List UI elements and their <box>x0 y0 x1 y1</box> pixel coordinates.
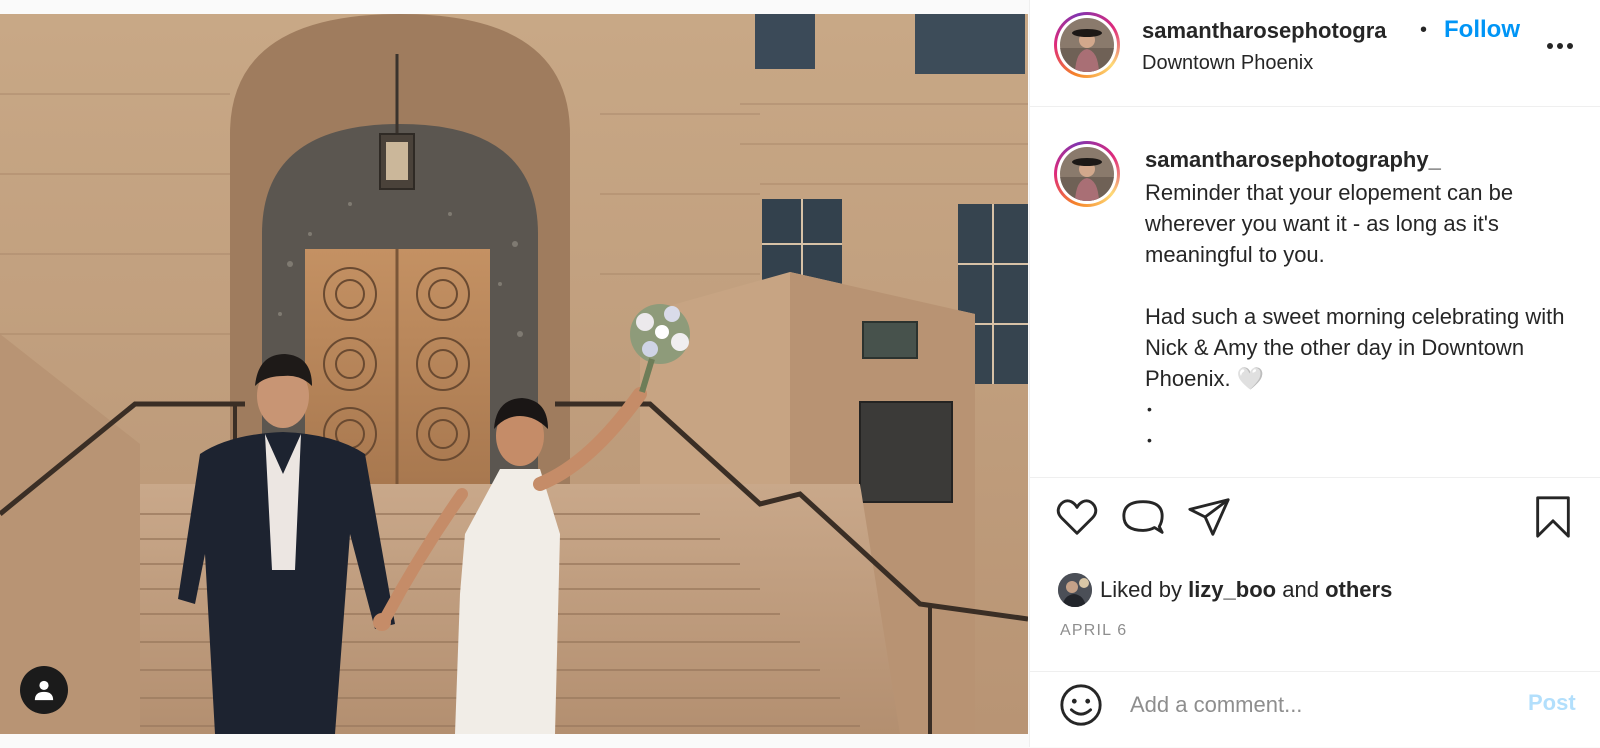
profile-avatar[interactable] <box>1054 12 1120 78</box>
post-header: samantharosephotogra • Follow Downtown P… <box>1030 0 1600 107</box>
avatar-image <box>1058 573 1092 607</box>
comment-input[interactable] <box>1128 686 1512 724</box>
post-date[interactable]: APRIL 6 <box>1060 622 1127 640</box>
post-side-panel: samantharosephotogra • Follow Downtown P… <box>1029 0 1600 747</box>
caption-username[interactable]: samantharosephotography_ <box>1145 147 1441 173</box>
post-comment-button[interactable]: Post <box>1528 690 1576 716</box>
avatar-image <box>1060 147 1114 201</box>
caption-avatar[interactable] <box>1054 141 1120 207</box>
caption-line: Reminder that your elopement can be wher… <box>1145 180 1514 267</box>
liked-by-prefix: Liked by <box>1100 577 1182 602</box>
post-location[interactable]: Downtown Phoenix <box>1142 52 1313 75</box>
comment-bar: Post <box>1030 671 1600 748</box>
share-icon[interactable] <box>1186 494 1232 540</box>
separator-dot: • <box>1420 19 1428 41</box>
user-icon <box>34 680 54 701</box>
bookmark-icon[interactable] <box>1530 494 1576 540</box>
follow-button[interactable]: Follow <box>1444 16 1520 44</box>
post-photo[interactable] <box>0 14 1028 734</box>
comment-icon[interactable] <box>1120 494 1166 540</box>
caption-section: samantharosephotography_ Reminder that y… <box>1030 107 1600 478</box>
heart-icon[interactable] <box>1054 494 1100 540</box>
tagged-users-button[interactable] <box>20 666 68 714</box>
caption-dot: • <box>1147 401 1152 417</box>
liked-others-link[interactable]: others <box>1325 577 1392 603</box>
caption-dot: • <box>1147 432 1152 448</box>
emoji-icon[interactable] <box>1058 682 1104 728</box>
post-image <box>0 14 1028 734</box>
profile-username[interactable]: samantharosephotogra <box>1142 18 1387 44</box>
caption-text: Reminder that your elopement can be wher… <box>1145 177 1585 456</box>
liked-and: and <box>1282 577 1319 602</box>
post-actions <box>1030 478 1600 558</box>
liker-avatar[interactable] <box>1058 573 1092 607</box>
more-horizontal-icon[interactable] <box>1542 30 1578 60</box>
likes-summary: Liked by lizy_boo and others <box>1058 572 1392 608</box>
liker-username[interactable]: lizy_boo <box>1188 577 1276 603</box>
avatar-image <box>1060 18 1114 72</box>
caption-line: Had such a sweet morning celebrating wit… <box>1145 304 1565 391</box>
